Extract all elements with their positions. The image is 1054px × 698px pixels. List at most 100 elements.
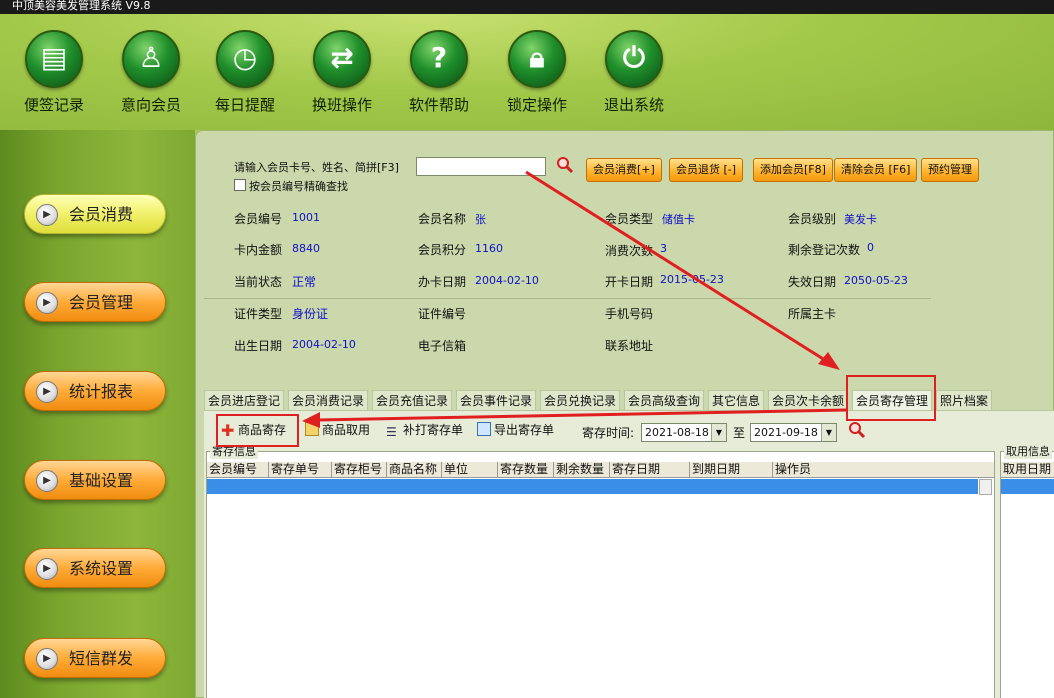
column-header[interactable]: 会员编号: [207, 462, 269, 478]
address-label: 联系地址: [605, 339, 654, 353]
column-header[interactable]: 寄存数量: [498, 462, 554, 478]
table-row[interactable]: [207, 479, 978, 494]
phone-label: 手机号码: [605, 307, 654, 321]
tab-exchange-records[interactable]: 会员兑换记录: [540, 390, 621, 410]
owner-card-label: 所属主卡: [788, 307, 837, 321]
toolbar-prospect-button[interactable]: ♙ 意向会员: [103, 18, 199, 122]
sidebar-item-label: 短信群发: [69, 649, 134, 668]
sidebar-item-consume[interactable]: ▶ 会员消费: [24, 194, 166, 234]
exact-match-label: 按会员编号精确查找: [249, 180, 348, 193]
open-date-value: 2015-05-23: [660, 273, 724, 286]
export-label: 导出寄存单: [494, 423, 555, 437]
chevron-down-icon: ▼: [711, 424, 726, 441]
tab-event-records[interactable]: 会员事件记录: [456, 390, 537, 410]
birth-date-label: 出生日期: [234, 339, 283, 353]
reprint-label: 补打寄存单: [403, 423, 464, 437]
search-input[interactable]: [416, 157, 546, 176]
sidebar-item-reports[interactable]: ▶ 统计报表: [24, 371, 166, 411]
tab-consume-records[interactable]: 会员消费记录: [288, 390, 369, 410]
swap-arrows-icon: ⇄: [313, 30, 371, 88]
member-return-button[interactable]: 会员退货 [-]: [669, 158, 744, 182]
sidebar-item-label: 会员消费: [69, 205, 134, 224]
search-icon[interactable]: [848, 421, 866, 439]
member-consume-button[interactable]: 会员消费[+]: [586, 158, 662, 182]
tab-card-balance[interactable]: 会员次卡余额: [768, 390, 849, 410]
balance-label: 卡内金额: [234, 243, 283, 257]
sidebar-item-label: 统计报表: [69, 382, 134, 401]
toolbar-label: 意向会员: [120, 96, 181, 114]
add-member-button[interactable]: 添加会员[F8]: [753, 158, 833, 182]
play-icon: ▶: [36, 292, 58, 314]
play-icon: ▶: [36, 470, 58, 492]
toolbar-note-button[interactable]: ▤ 便签记录: [6, 18, 102, 122]
edit-icon: [305, 422, 319, 436]
date-to-value: 2021-09-18: [754, 426, 818, 439]
column-header[interactable]: 单位: [442, 462, 498, 478]
tab-other-info[interactable]: 其它信息: [708, 390, 765, 410]
issue-date-value: 2004-02-10: [475, 274, 539, 287]
toolbar-help-button[interactable]: ? 软件帮助: [391, 18, 487, 122]
sidebar-item-system-settings[interactable]: ▶ 系统设置: [24, 548, 166, 588]
person-icon: ♙: [122, 30, 180, 88]
member-level-value: 美发卡: [844, 213, 877, 226]
clear-member-button[interactable]: 清除会员 [F6]: [834, 158, 918, 182]
tab-advanced-query[interactable]: 会员高级查询: [624, 390, 705, 410]
toolbar-shift-button[interactable]: ⇄ 换班操作: [294, 18, 390, 122]
tab-recharge-records[interactable]: 会员充值记录: [372, 390, 453, 410]
column-header[interactable]: 到期日期: [690, 462, 773, 478]
take-grid-header: 取用日期: [1001, 462, 1054, 478]
column-header[interactable]: 寄存单号: [269, 462, 332, 478]
window-title: 中顶美容美发管理系统 V9.8: [12, 0, 151, 12]
toolbar-reminder-button[interactable]: ◷ 每日提醒: [197, 18, 293, 122]
tab-visit-log[interactable]: 会员进店登记: [204, 390, 285, 410]
reprint-button[interactable]: ☰ 补打寄存单: [386, 420, 463, 440]
column-header[interactable]: 操作员: [773, 462, 978, 478]
lock-icon: 🔒︎: [508, 30, 566, 88]
date-from-value: 2021-08-18: [645, 426, 709, 439]
booking-button[interactable]: 预约管理: [921, 158, 979, 182]
member-type-value: 储值卡: [662, 213, 695, 226]
column-header[interactable]: 剩余数量: [554, 462, 610, 478]
member-id-value: 1001: [292, 211, 320, 224]
toolbar-label: 软件帮助: [408, 96, 469, 114]
remaining-value: 0: [867, 241, 874, 254]
storage-time-label: 寄存时间:: [582, 426, 635, 440]
date-to-select[interactable]: 2021-09-18 ▼: [750, 423, 837, 442]
search-icon[interactable]: [556, 156, 574, 174]
export-icon: [477, 422, 491, 436]
member-name-label: 会员名称: [418, 212, 467, 226]
member-level-label: 会员级别: [788, 212, 837, 226]
status-value: 正常: [292, 275, 317, 289]
divider: [204, 298, 931, 299]
date-from-select[interactable]: 2021-08-18 ▼: [641, 423, 727, 442]
sidebar-item-basic-settings[interactable]: ▶ 基础设置: [24, 460, 166, 500]
expire-date-label: 失效日期: [788, 275, 837, 289]
take-info-group: 取用信息 取用日期: [1000, 443, 1054, 698]
tab-photo-archive[interactable]: 照片档案: [936, 390, 993, 410]
status-label: 当前状态: [234, 275, 283, 289]
id-type-label: 证件类型: [234, 307, 283, 321]
column-header[interactable]: 取用日期: [1001, 462, 1054, 478]
member-id-label: 会员编号: [234, 212, 283, 226]
sidebar-item-sms[interactable]: ▶ 短信群发: [24, 638, 166, 678]
column-header[interactable]: 寄存柜号: [332, 462, 387, 478]
email-label: 电子信箱: [418, 339, 467, 353]
button-highlight-box: [216, 414, 299, 447]
table-row[interactable]: [1001, 479, 1054, 494]
exact-match-checkbox[interactable]: [234, 179, 246, 191]
sidebar-item-member-manage[interactable]: ▶ 会员管理: [24, 282, 166, 322]
toolbar-label: 锁定操作: [506, 96, 567, 114]
column-header[interactable]: 寄存日期: [610, 462, 690, 478]
balance-value: 8840: [292, 242, 320, 255]
birth-date-value: 2004-02-10: [292, 338, 356, 351]
column-header[interactable]: 商品名称: [387, 462, 442, 478]
toolbar-label: 每日提醒: [214, 96, 275, 114]
scrollbar[interactable]: [979, 479, 992, 495]
id-type-value: 身份证: [292, 307, 329, 321]
take-goods-button[interactable]: 商品取用: [305, 420, 370, 440]
export-button[interactable]: 导出寄存单: [477, 420, 554, 440]
toolbar-lock-button[interactable]: 🔒︎ 锁定操作: [489, 18, 585, 122]
toolbar-exit-button[interactable]: ⏻ 退出系统: [586, 18, 682, 122]
window-title-bar: 中顶美容美发管理系统 V9.8: [0, 0, 1054, 14]
points-value: 1160: [475, 242, 503, 255]
